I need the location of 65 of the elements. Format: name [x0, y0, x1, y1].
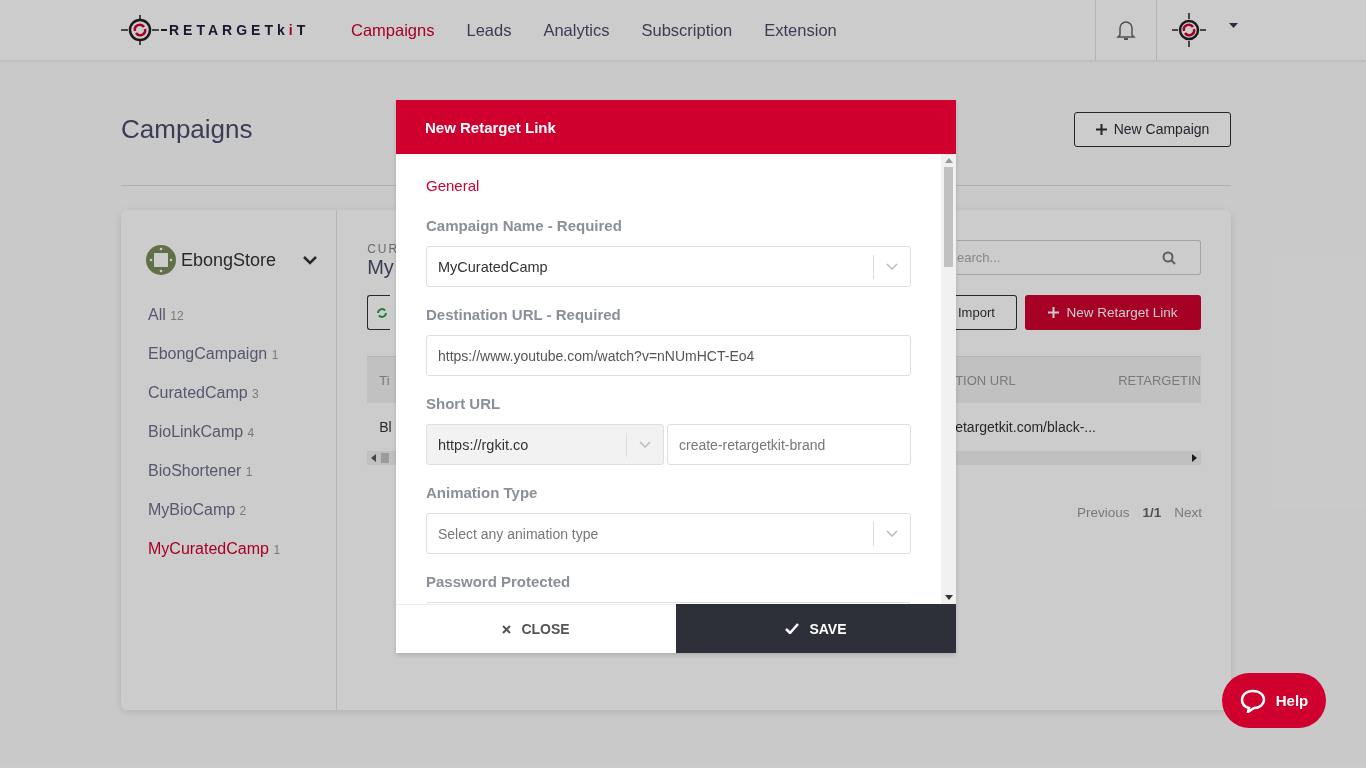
campaign-list-item[interactable]: MyBioCamp 2	[148, 499, 337, 522]
column-header: TION URL	[955, 372, 1017, 388]
previous-link[interactable]: Previous	[1076, 505, 1130, 520]
select-field[interactable]: MyCuratedCamp	[426, 246, 911, 287]
campaign-list-item[interactable]: MyCuratedCamp 1	[148, 538, 337, 561]
chat-bubble-icon	[1239, 688, 1266, 713]
save-button[interactable]: SAVE	[676, 604, 956, 653]
chevron-down-icon	[886, 263, 898, 270]
store-name: EbongStore	[181, 249, 277, 271]
nav-link[interactable]: Campaigns	[351, 20, 435, 40]
checkmark-icon	[785, 623, 800, 634]
bell-icon[interactable]	[1116, 19, 1136, 41]
field-label: Destination URL - Required	[426, 305, 622, 325]
scrollbar-thumb[interactable]	[944, 167, 953, 267]
close-button[interactable]: CLOSE	[396, 604, 676, 653]
column-header: Ti	[378, 372, 391, 388]
plus-icon	[1048, 307, 1060, 318]
chevron-down-icon[interactable]	[303, 255, 318, 265]
scroll-right-icon[interactable]	[1191, 454, 1197, 462]
page-number: 1/1	[1142, 505, 1162, 520]
campaign-list-item[interactable]: BioLinkCamp 4	[148, 421, 337, 444]
new-retarget-link-button[interactable]: New Retarget Link	[1025, 295, 1201, 330]
section-label: CUR	[367, 242, 400, 256]
scroll-down-icon[interactable]	[944, 595, 953, 600]
retargetkit-logo[interactable]: RETARGETk i T	[121, 15, 311, 45]
scroll-left-icon[interactable]	[371, 454, 378, 462]
nav-link[interactable]: Extension	[764, 20, 837, 40]
field-label: Password Protected	[426, 572, 572, 592]
plus-icon	[1095, 123, 1107, 135]
campaign-list-item[interactable]: CuratedCamp 3	[148, 382, 337, 405]
campaign-title: My	[367, 256, 395, 279]
campaign-list-item[interactable]: All 12	[148, 304, 337, 327]
nav-link[interactable]: Analytics	[543, 20, 610, 40]
table-cell-text: Bl	[378, 419, 393, 435]
import-button[interactable]: Import	[956, 295, 1017, 330]
nav-link[interactable]: Leads	[466, 20, 512, 40]
new-campaign-button[interactable]: New Campaign	[1074, 111, 1231, 147]
dialog-title: New Retarget Link	[425, 118, 556, 136]
chevron-down-icon	[886, 530, 898, 537]
field-label: Short URL	[426, 394, 502, 414]
domain-select[interactable]: https://rgkit.co	[426, 424, 664, 465]
field-label: Animation Type	[426, 483, 539, 503]
store-icon	[145, 244, 177, 276]
vertical-scrollbar[interactable]	[941, 154, 956, 604]
campaign-list-item[interactable]: BioShortener 1	[148, 460, 337, 483]
refresh-icon	[376, 306, 389, 319]
select-field[interactable]: Select any animation type	[426, 513, 911, 554]
nav-link[interactable]: Subscription	[641, 20, 733, 40]
campaign-list-item[interactable]: EbongCampaign 1	[148, 343, 337, 366]
table-cell-text: etargetkit.com/black-...	[955, 419, 1097, 435]
column-header: RETARGETIN	[1118, 372, 1201, 388]
close-icon	[502, 624, 512, 634]
scrollbar-thumb[interactable]	[381, 453, 390, 463]
next-link[interactable]: Next	[1174, 505, 1202, 520]
chevron-down-icon	[639, 441, 651, 448]
search-icon	[1162, 250, 1176, 265]
page-title: Campaigns	[121, 113, 253, 145]
refresh-button[interactable]	[367, 295, 391, 330]
field-label: Campaign Name - Required	[426, 216, 623, 236]
help-button[interactable]: Help	[1222, 673, 1326, 728]
section-heading: General	[426, 176, 481, 196]
slug-field[interactable]: create-retargetkit-brand	[667, 424, 911, 465]
caret-icon[interactable]	[1229, 22, 1238, 28]
avatar-icon[interactable]	[1172, 13, 1206, 47]
input-field[interactable]: https://www.youtube.com/watch?v=nNUmHCT-Eo4	[426, 335, 911, 376]
